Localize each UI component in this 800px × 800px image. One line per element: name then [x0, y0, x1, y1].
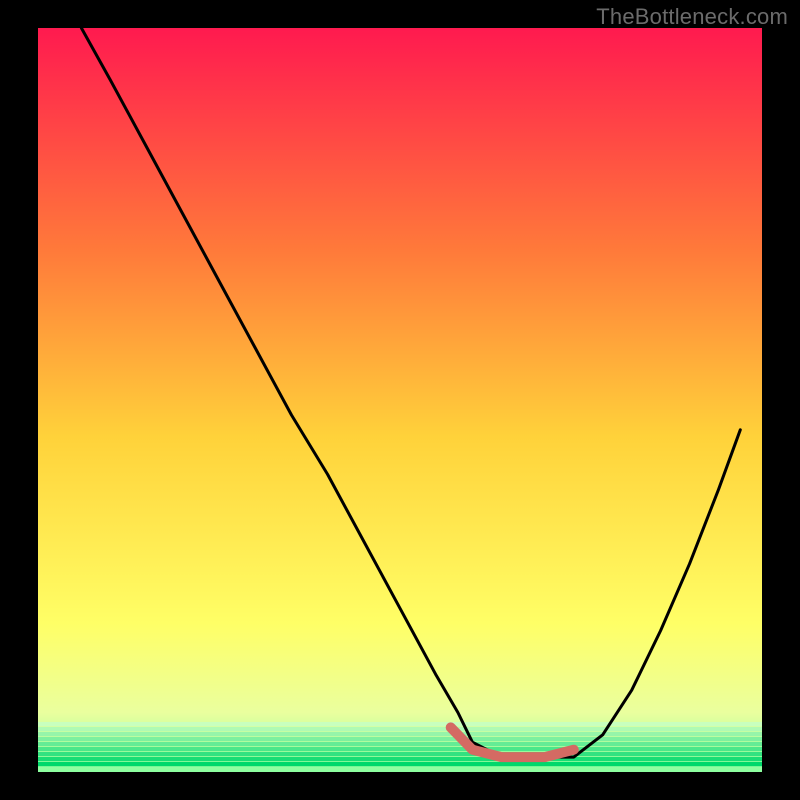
plot-background — [38, 28, 762, 772]
green-band-stack — [38, 722, 762, 766]
watermark-text: TheBottleneck.com — [596, 4, 788, 30]
chart-frame: TheBottleneck.com — [0, 0, 800, 800]
bottleneck-chart — [0, 0, 800, 800]
